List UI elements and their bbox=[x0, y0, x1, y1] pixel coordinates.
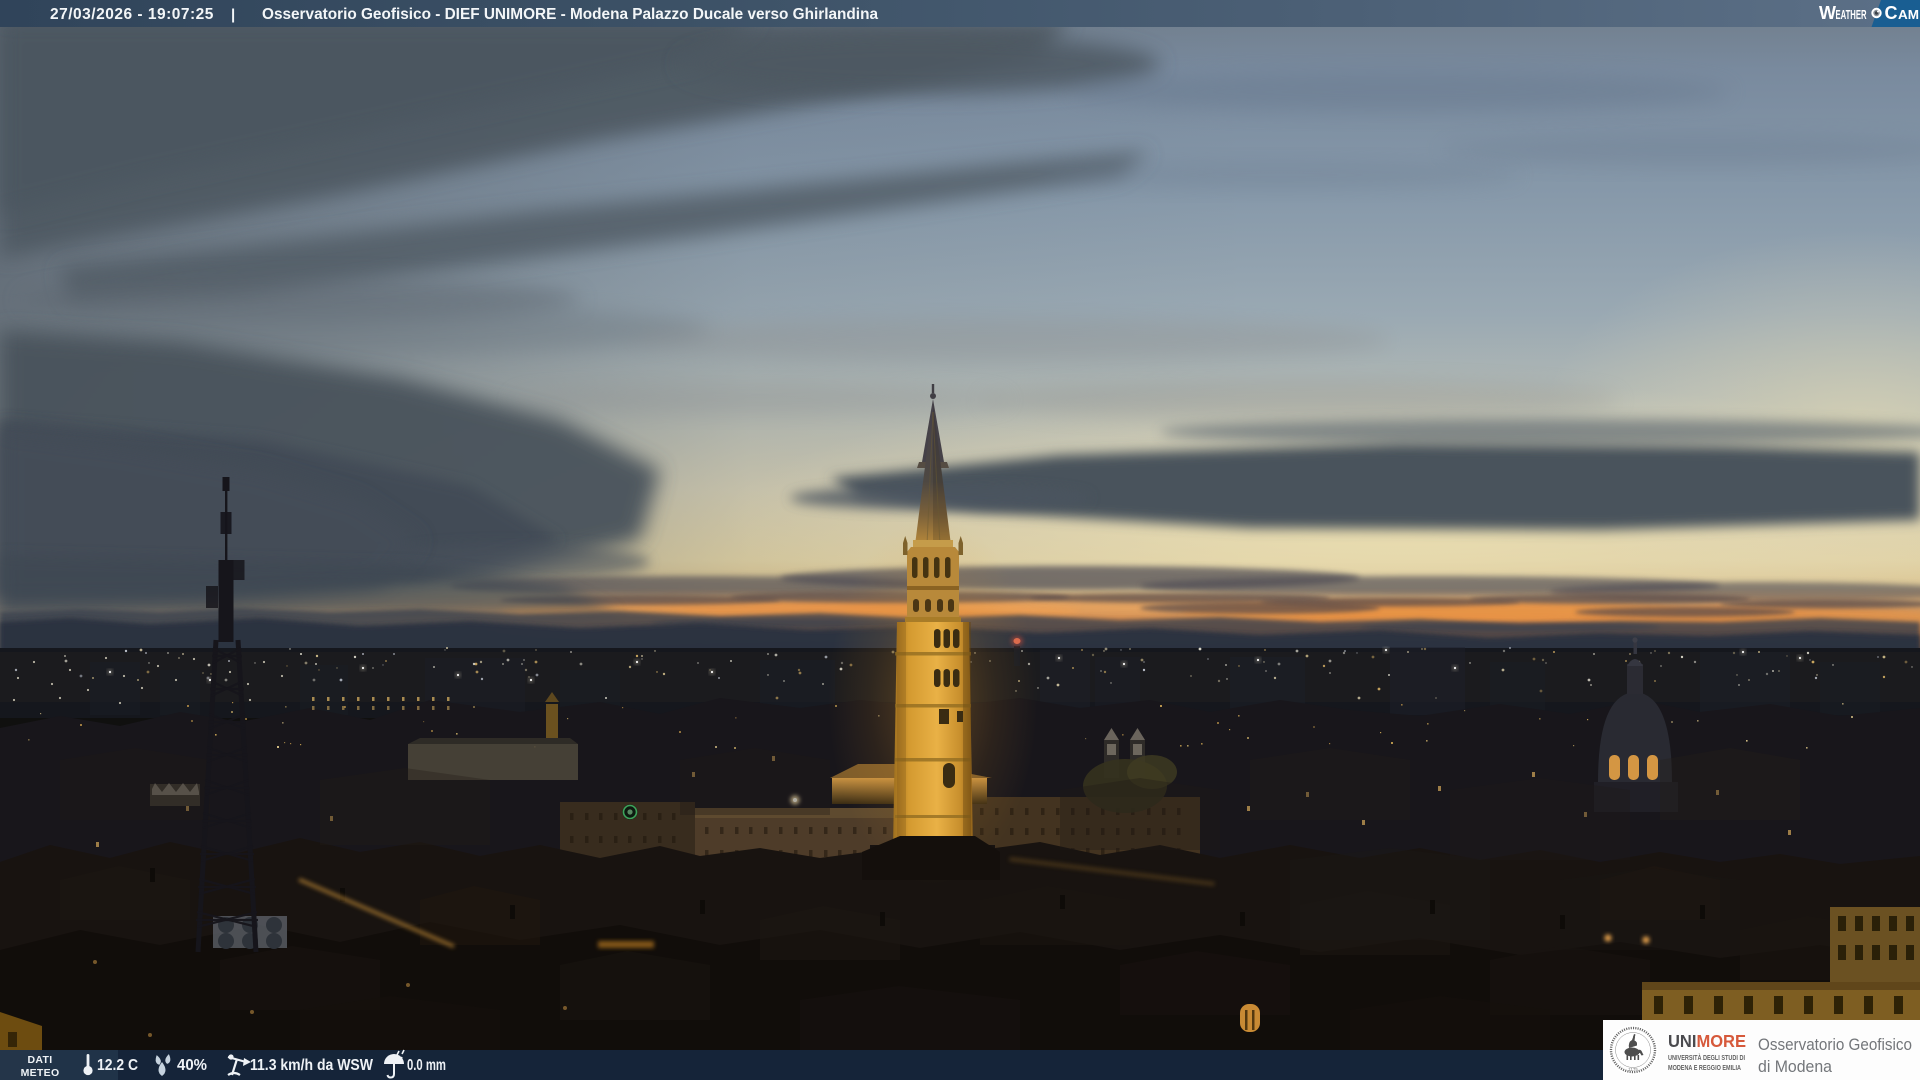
svg-text:METEO: METEO bbox=[21, 1067, 60, 1079]
svg-text:11.3 km/h da WSW: 11.3 km/h da WSW bbox=[250, 1057, 373, 1074]
svg-text:0.0 mm: 0.0 mm bbox=[407, 1057, 446, 1074]
svg-text:C: C bbox=[1885, 3, 1898, 23]
svg-text:1175: 1175 bbox=[1628, 1067, 1638, 1072]
svg-text:MODENA E REGGIO EMILIA: MODENA E REGGIO EMILIA bbox=[1668, 1063, 1741, 1072]
svg-text:di Modena: di Modena bbox=[1758, 1057, 1833, 1076]
svg-text:12.2 C: 12.2 C bbox=[97, 1057, 138, 1074]
svg-text:|: | bbox=[231, 7, 235, 24]
svg-text:AM: AM bbox=[1898, 7, 1919, 22]
svg-text:Osservatorio Geofisico - DIEF: Osservatorio Geofisico - DIEF UNIMORE - … bbox=[262, 6, 878, 23]
svg-text:DATI: DATI bbox=[28, 1054, 53, 1066]
svg-text:27/03/2026 - 19:07:25: 27/03/2026 - 19:07:25 bbox=[50, 6, 214, 23]
svg-text:Osservatorio Geofisico: Osservatorio Geofisico bbox=[1758, 1035, 1912, 1054]
svg-text:EATHER: EATHER bbox=[1836, 7, 1867, 22]
svg-text:UNIMORE: UNIMORE bbox=[1668, 1031, 1746, 1051]
svg-text:W: W bbox=[1819, 3, 1836, 23]
svg-text:UNIVERSITÀ DEGLI STUDI DI: UNIVERSITÀ DEGLI STUDI DI bbox=[1668, 1053, 1745, 1062]
svg-text:40%: 40% bbox=[177, 1057, 207, 1074]
